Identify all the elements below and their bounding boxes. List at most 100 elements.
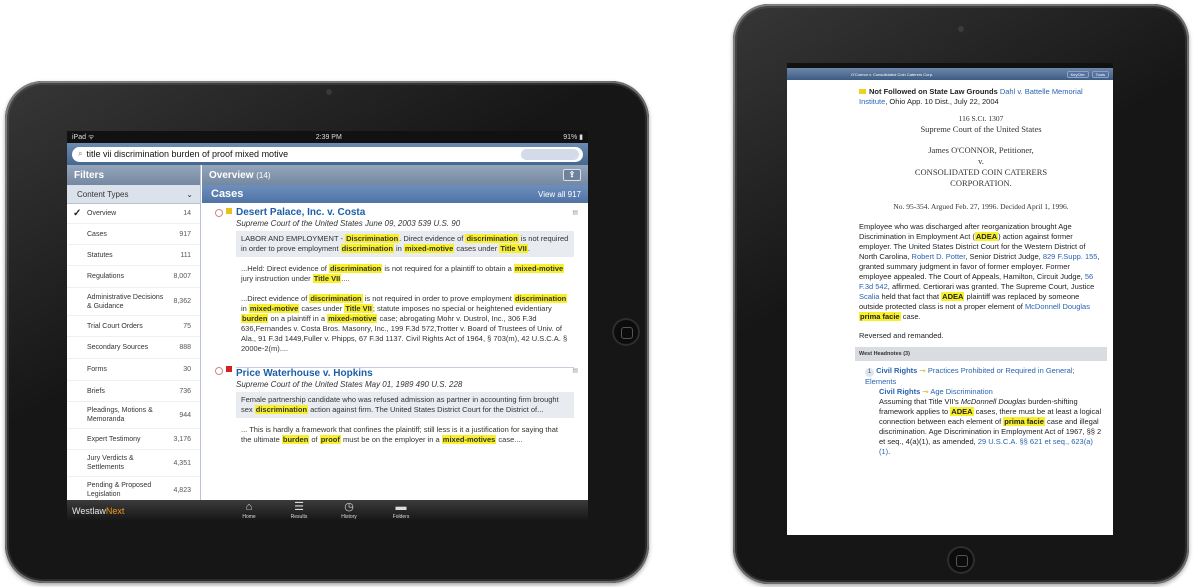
search-term-highlight: discrimination: [340, 244, 394, 253]
battery-label: 91% ▮: [563, 134, 583, 141]
search-term-highlight: mixed-motive: [513, 264, 565, 273]
content-type-item[interactable]: Briefs 736: [67, 381, 200, 402]
content-type-count: 111: [180, 251, 191, 259]
case-title-link[interactable]: Desert Palace, Inc. v. Costa: [236, 207, 574, 219]
citation-link[interactable]: 829 F.Supp. 155: [1043, 252, 1098, 261]
content-type-label: Expert Testimony: [87, 435, 141, 443]
document-icon: ▤: [572, 368, 578, 374]
content-type-count: 8,007: [173, 273, 191, 280]
search-term-highlight: prima facie: [1003, 417, 1045, 426]
case-title-link[interactable]: Price Waterhouse v. Hopkins: [236, 368, 574, 380]
citation-link[interactable]: Scalia: [859, 292, 879, 301]
logo-text: Westlaw: [72, 506, 106, 516]
content-type-label: Secondary Sources: [87, 344, 149, 351]
key-icon: ⊸: [919, 366, 926, 375]
tab-home[interactable]: ⌂ Home: [235, 501, 263, 520]
select-circle-icon[interactable]: [215, 209, 223, 217]
share-icon[interactable]: ⇪: [563, 169, 581, 181]
case-citation: Supreme Court of the United States June …: [236, 219, 461, 228]
content-types-dropdown[interactable]: Content Types ⌄: [67, 185, 200, 204]
content-type-label: Forms: [87, 366, 107, 373]
content-type-item[interactable]: Jury Verdicts & Settlements 4,351: [67, 450, 200, 477]
case-snippet: ...Direct evidence of discrimination is …: [241, 294, 568, 353]
content-type-item[interactable]: Statutes 111: [67, 245, 200, 266]
search-term-highlight: mixed-motive: [403, 244, 455, 253]
content-type-count: 736: [179, 387, 191, 395]
citation-link[interactable]: 29 U.S.C.A. §§ 621 et seq., 623(a)(1): [879, 437, 1093, 456]
content-type-item[interactable]: Regulations 8,007: [67, 266, 200, 288]
content-type-item[interactable]: ✓ Overview 14: [67, 204, 200, 224]
content-type-label: Administrative Decisions & Guidance: [87, 293, 164, 310]
document-nav-bar: O'Connor v. Consolidated Coin Caterers C…: [787, 68, 1113, 80]
search-input[interactable]: ⌕ title vii discrimination burden of pro…: [72, 146, 583, 162]
keycite-rest: , Ohio App. 10 Dist., July 22, 2004: [885, 97, 999, 106]
citation-link[interactable]: McDonnell Douglas: [1025, 302, 1090, 311]
search-term-highlight: burden: [281, 435, 310, 444]
home-button[interactable]: [947, 546, 975, 574]
keycite-button[interactable]: KeyCite: [1066, 70, 1089, 78]
content-type-count: 917: [179, 230, 191, 238]
overview-count: (14): [256, 170, 271, 180]
case-snippet: ... This is hardly a framework that conf…: [241, 425, 558, 444]
content-type-count: 30: [183, 366, 191, 373]
party-respondent-line2: CORPORATION.: [950, 178, 1012, 188]
tab-folders[interactable]: ▬ Folders: [387, 501, 415, 520]
case-name-italic: McDonnell Douglas: [960, 397, 1026, 406]
content-type-label: Pending & Proposed Legislation: [87, 482, 152, 498]
tab-results[interactable]: ☰ Results: [285, 501, 313, 520]
key-icon: ⊸: [922, 387, 929, 396]
tab-history[interactable]: ◷ History: [335, 501, 363, 520]
home-button[interactable]: [612, 318, 640, 346]
content-types-list: ✓ Overview 14 Cases 917 Statutes 111 Regulation…: [67, 204, 200, 504]
content-type-count: 4,823: [173, 486, 191, 494]
document-icon: ▤: [572, 210, 578, 216]
search-term-highlight: Discrimination: [345, 234, 400, 243]
camera-dot: [958, 26, 964, 32]
search-term-highlight: mixed-motive: [327, 314, 378, 323]
content-types-label: Content Types: [77, 189, 129, 199]
tab-label: Folders: [392, 514, 410, 520]
tools-button[interactable]: Tools: [1091, 70, 1109, 78]
headnote-topic-1[interactable]: Civil Rights: [876, 366, 917, 375]
search-term-highlight: mixed-motive: [248, 304, 300, 313]
content-type-item[interactable]: Trial Court Orders 75: [67, 316, 200, 337]
synopsis-text: Employee who was discharged after reorga…: [859, 222, 1100, 321]
search-term-highlight: discrimination: [465, 234, 519, 243]
citation-link[interactable]: 56 F.3d 542: [859, 272, 1093, 291]
citation-link[interactable]: Robert D. Potter: [912, 252, 966, 261]
case-snippet: LABOR AND EMPLOYMENT - Discrimination. D…: [236, 231, 574, 257]
search-term-highlight: ADEA: [950, 407, 974, 416]
content-type-item[interactable]: Expert Testimony 3,176: [67, 429, 200, 450]
content-type-item[interactable]: Cases 917: [67, 224, 200, 245]
chevron-down-icon: ⌄: [186, 189, 193, 199]
cases-header: Cases View all 917: [202, 185, 588, 203]
content-type-label: Pleadings, Motions & Memoranda: [87, 407, 153, 423]
keycite-flag-icon: [859, 89, 866, 94]
scope-selector[interactable]: [521, 148, 579, 160]
search-term-highlight: prima facie: [859, 312, 901, 321]
headnote-topic-2[interactable]: Civil Rights: [879, 387, 920, 396]
search-term-highlight: mixed-motives: [441, 435, 497, 444]
west-headnotes-header[interactable]: West Headnotes (3): [855, 347, 1107, 361]
keycite-flag-icon: [226, 366, 232, 372]
case-snippet: Female partnership candidate who was ref…: [236, 392, 574, 418]
headnote-subtopic-2[interactable]: Age Discrimination: [930, 387, 993, 396]
content-type-count: 888: [179, 344, 191, 351]
content-type-count: 14: [183, 210, 191, 217]
content-type-label: Briefs: [87, 387, 105, 395]
view-all-link[interactable]: View all 917: [538, 190, 581, 199]
disposition-text: Reversed and remanded.: [859, 331, 944, 340]
content-type-item[interactable]: Administrative Decisions & Guidance 8,362: [67, 288, 200, 316]
search-icon: ⌕: [78, 149, 83, 158]
camera-dot: [326, 89, 332, 95]
search-term-highlight: burden: [241, 314, 269, 323]
select-circle-icon[interactable]: [215, 367, 223, 375]
tab-label: Home: [242, 514, 256, 520]
versus-label: v.: [978, 156, 984, 166]
content-type-count: 4,351: [173, 459, 191, 467]
content-type-item[interactable]: Secondary Sources 888: [67, 337, 200, 359]
filters-header: Filters: [67, 165, 200, 185]
content-type-item[interactable]: Forms 30: [67, 359, 200, 381]
content-type-item[interactable]: Pleadings, Motions & Memoranda 944: [67, 402, 200, 429]
reporter-citation: 116 S.Ct. 1307: [958, 114, 1004, 123]
